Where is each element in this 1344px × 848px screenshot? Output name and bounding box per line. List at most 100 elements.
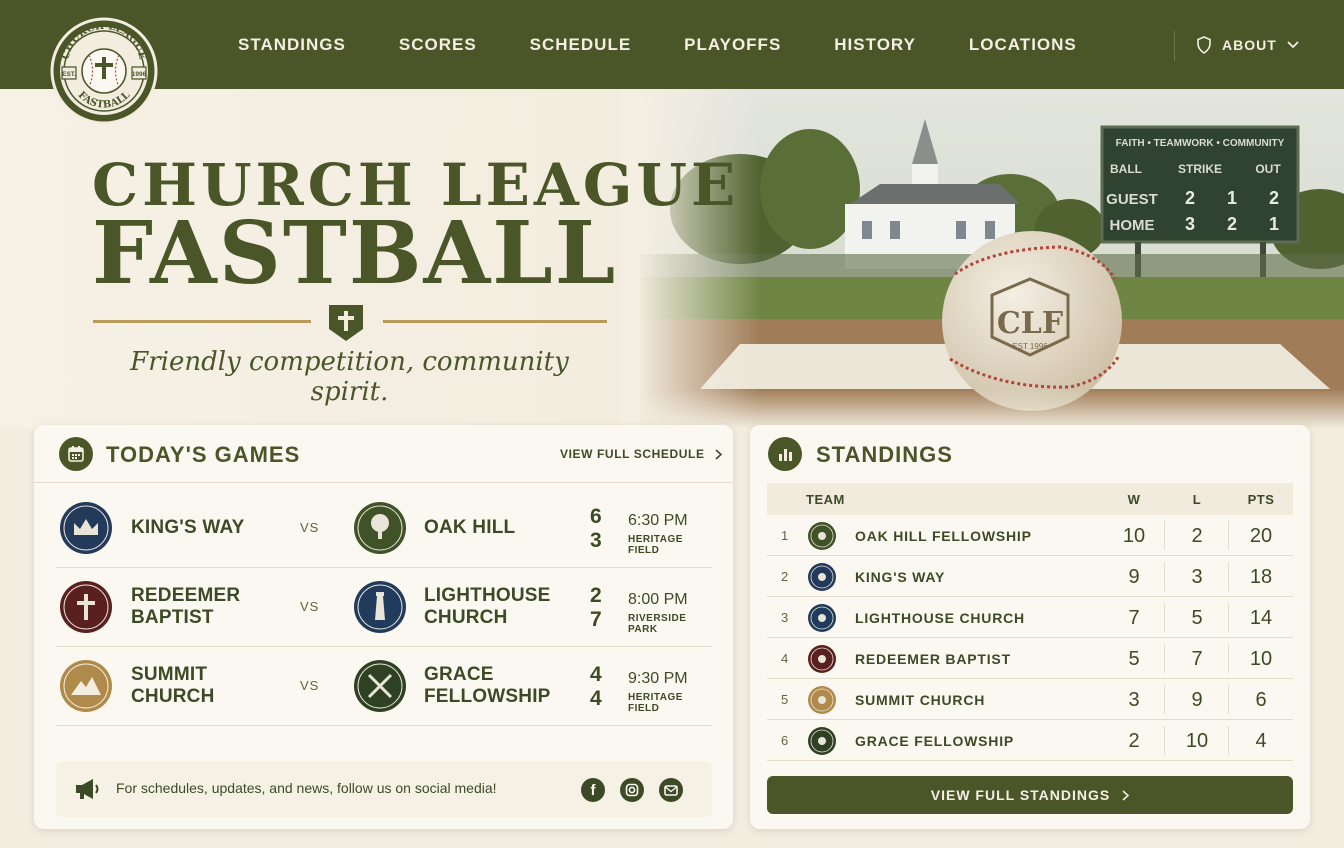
standings-row[interactable]: 2 KING'S WAY 9 3 18 (767, 556, 1293, 597)
column-divider (1228, 603, 1229, 632)
home-score: 4 (590, 663, 602, 686)
scoreboard-guest-out: 2 (1269, 188, 1279, 208)
todays-games-card: TODAY'S GAMES VIEW FULL SCHEDULE KING'S … (34, 425, 733, 829)
vs-label: VS (300, 520, 320, 535)
losses: 10 (1185, 730, 1209, 752)
col-team: TEAM (806, 492, 845, 507)
view-schedule-label: VIEW FULL SCHEDULE (560, 447, 705, 461)
view-full-standings-button[interactable]: VIEW FULL STANDINGS (767, 776, 1293, 814)
hero-tagline: Friendly competition, community spirit. (130, 347, 569, 407)
nav-item-schedule[interactable]: SCHEDULE (530, 35, 632, 55)
nav-item-locations[interactable]: LOCATIONS (969, 35, 1077, 55)
col-l: L (1192, 492, 1202, 507)
away-team-name-line-1: GRACE (424, 664, 494, 685)
grace-badge-icon (354, 660, 406, 712)
standings-row[interactable]: 4 REDEEMER BAPTIST 5 7 10 (767, 638, 1293, 679)
chevron-right-icon (1122, 789, 1130, 801)
rank: 1 (781, 528, 789, 543)
about-label: ABOUT (1222, 36, 1277, 53)
losses: 9 (1191, 689, 1203, 711)
team-name: KING'S WAY (855, 569, 946, 585)
scoreboard-guest-strike: 1 (1227, 188, 1237, 208)
redeemer-badge-icon (808, 645, 836, 673)
away-team-name-line-2: CHURCH (424, 607, 508, 628)
view-full-schedule-link[interactable]: VIEW FULL SCHEDULE (560, 447, 722, 461)
email-icon[interactable] (659, 778, 683, 802)
away-team-name-line-1: LIGHTHOUSE (424, 585, 551, 606)
game-field: HERITAGE FIELD (628, 534, 683, 556)
scoreboard-guest-label: GUEST (1106, 191, 1158, 208)
team-name: SUMMIT CHURCH (855, 692, 986, 708)
nav-item-playoffs[interactable]: PLAYOFFS (684, 35, 781, 55)
vs-label: VS (300, 678, 320, 693)
team-name: LIGHTHOUSE CHURCH (855, 610, 1025, 626)
wins: 7 (1128, 607, 1140, 629)
points: 10 (1249, 648, 1273, 670)
standings-row[interactable]: 5 SUMMIT CHURCH 3 9 6 (767, 679, 1293, 720)
scoreboard-col-out: OUT (1255, 162, 1281, 176)
ball-mark: CLF (997, 306, 1063, 341)
rank: 4 (781, 651, 789, 666)
column-divider (1228, 726, 1229, 755)
column-divider (1228, 521, 1229, 550)
nav-links: STANDINGS SCORES SCHEDULE PLAYOFFS HISTO… (238, 0, 1130, 89)
points: 14 (1249, 607, 1273, 629)
standings-row[interactable]: 3 LIGHTHOUSE CHURCH 7 5 14 (767, 597, 1293, 638)
nav-item-history[interactable]: HISTORY (834, 35, 916, 55)
scoreboard-home-out: 1 (1269, 214, 1279, 234)
scoreboard-col-ball: BALL (1110, 162, 1142, 176)
column-divider (1164, 603, 1165, 632)
home-team-name: KING'S WAY (131, 517, 245, 538)
home-team-name-line-2: CHURCH (131, 686, 215, 707)
game-row[interactable]: REDEEMER BAPTIST VS LIGHTHOUSE CHURCH 2 … (56, 568, 712, 647)
points: 6 (1255, 689, 1267, 711)
cross-shield-icon (329, 305, 363, 341)
megaphone-icon (76, 779, 99, 799)
game-field: HERITAGE FIELD (628, 692, 683, 714)
oak-hill-badge-icon (808, 522, 836, 550)
team-name: OAK HILL FELLOWSHIP (855, 528, 1032, 544)
away-score: 7 (590, 608, 602, 631)
standings-row[interactable]: 6 GRACE FELLOWSHIP 2 10 4 (767, 720, 1293, 761)
instagram-icon[interactable] (620, 778, 644, 802)
home-team-name-line-1: SUMMIT (131, 664, 208, 685)
column-divider (1228, 562, 1229, 591)
wins: 2 (1128, 730, 1140, 752)
hero-section: FAITH • TEAMWORK • COMMUNITY BALL STRIKE… (0, 89, 1344, 429)
about-menu[interactable]: ABOUT (1196, 0, 1299, 89)
nav-item-scores[interactable]: SCORES (399, 35, 477, 55)
rank: 3 (781, 610, 789, 625)
game-row[interactable]: KING'S WAY VS OAK HILL 6 3 6:30 PM HERIT… (56, 489, 712, 568)
hero-rule-right (383, 320, 607, 323)
hero-fade (620, 89, 760, 429)
nav-item-standings[interactable]: STANDINGS (238, 35, 346, 55)
kings-way-badge-icon (60, 502, 112, 554)
hero-rule-left (93, 320, 311, 323)
game-row[interactable]: SUMMIT CHURCH VS GRACE FELLOWSHIP 4 4 9:… (56, 647, 712, 726)
game-time: 6:30 PM (628, 512, 688, 529)
facebook-icon[interactable]: f (581, 778, 605, 802)
shield-icon (1197, 35, 1211, 54)
scoreboard-home-ball: 3 (1185, 214, 1195, 234)
games-header-divider (34, 482, 733, 483)
away-team-name: OAK HILL (424, 517, 516, 538)
lighthouse-badge-icon (808, 604, 836, 632)
league-logo[interactable]: EST. 1996 CHURCH LEAGUE FASTBALL (44, 15, 164, 125)
lighthouse-badge-icon (354, 581, 406, 633)
losses: 3 (1191, 566, 1203, 588)
points: 20 (1249, 525, 1273, 547)
redeemer-badge-icon (60, 581, 112, 633)
top-nav: STANDINGS SCORES SCHEDULE PLAYOFFS HISTO… (0, 0, 1344, 89)
hero-title-line-2: FASTBALL (92, 203, 618, 304)
social-text: For schedules, updates, and news, follow… (116, 780, 497, 796)
home-team-name-line-1: REDEEMER (131, 585, 241, 606)
calendar-icon (59, 437, 93, 471)
home-score: 6 (590, 505, 602, 528)
col-w: W (1127, 492, 1141, 507)
logo-year: 1996 (132, 71, 147, 78)
standings-row[interactable]: 1 OAK HILL FELLOWSHIP 10 2 20 (767, 515, 1293, 556)
chevron-right-icon (715, 448, 722, 460)
points: 18 (1249, 566, 1273, 588)
team-name: REDEEMER BAPTIST (855, 651, 1011, 667)
wins: 9 (1128, 566, 1140, 588)
